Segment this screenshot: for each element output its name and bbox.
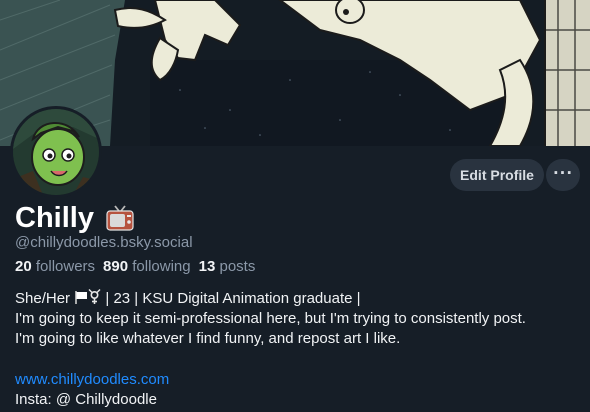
following-stat[interactable]: 890 following (103, 258, 191, 275)
following-label: following (132, 258, 191, 275)
followers-label: followers (35, 258, 96, 275)
profile-stats: 20 followers 890 following 13 posts (15, 258, 255, 275)
profile-bio: She/Her | 23 | KSU Digital Animation gra… (15, 289, 585, 410)
following-count: 890 (103, 258, 129, 275)
bio-details: | 23 | KSU Digital Animation graduate | (105, 290, 361, 307)
bio-line-3: I'm going to like whatever I find funny,… (15, 330, 401, 347)
more-options-button[interactable]: ··· (546, 159, 580, 191)
posts-stat: 13 posts (199, 258, 256, 275)
bio-insta: Insta: @ Chillydoodle (15, 391, 157, 408)
website-link[interactable]: www.chillydoodles.com (15, 371, 169, 388)
bio-spacer (15, 349, 585, 370)
display-name: Chilly (15, 201, 94, 234)
followers-stat[interactable]: 20 followers (15, 258, 95, 275)
avatar[interactable] (10, 106, 102, 198)
bio-line-2: I'm going to keep it semi-professional h… (15, 310, 526, 327)
television-icon (106, 205, 134, 231)
white-flag-icon (74, 290, 88, 311)
bio-line-1: She/Her | 23 | KSU Digital Animation gra… (15, 289, 585, 309)
posts-count: 13 (198, 258, 216, 275)
profile-handle: @chillydoodles.bsky.social (15, 234, 193, 251)
name-row: Chilly (15, 200, 134, 236)
bio-pronouns: She/Her (15, 290, 71, 307)
transgender-symbol-icon (88, 289, 101, 311)
posts-label: posts (219, 258, 256, 275)
edit-profile-button[interactable]: Edit Profile (450, 159, 544, 191)
followers-count: 20 (15, 258, 32, 275)
